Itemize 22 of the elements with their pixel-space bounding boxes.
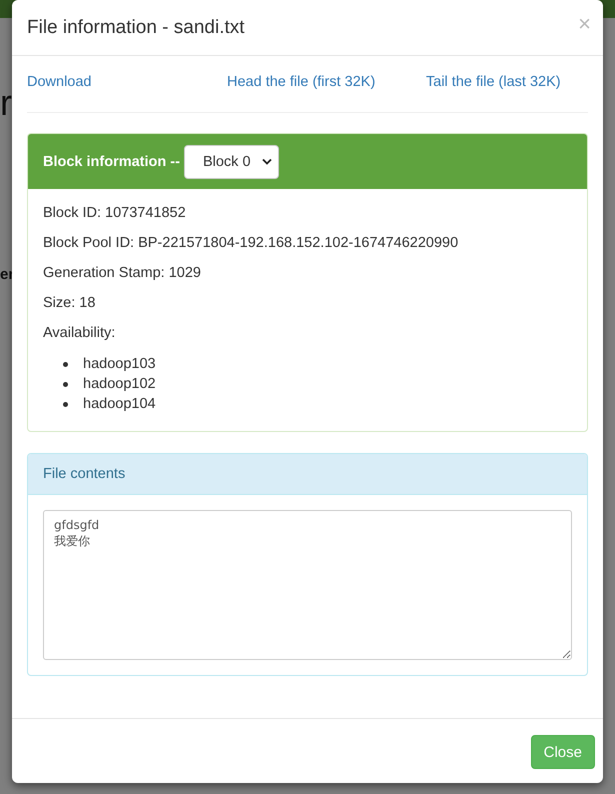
file-link[interactable]: Head the file (first 32K) (227, 74, 426, 90)
info-text: Block ID: 1073741852 (43, 204, 187, 222)
panel-title: File contents (28, 454, 587, 495)
bullet-icon (63, 402, 68, 406)
host-name: hadoop103 (83, 355, 156, 374)
caret-icon (262, 158, 272, 165)
host-name: hadoop102 (83, 375, 156, 394)
bullet-icon (63, 382, 68, 386)
host-name: hadoop104 (83, 395, 156, 414)
panel-title: Block information -- (43, 154, 180, 170)
info-text: Generation Stamp: 1029 (43, 264, 202, 282)
file-link[interactable]: Download (27, 74, 227, 90)
info-text: Block Pool ID: BP-221571804-192.168.152.102-1674746220990 (43, 234, 460, 252)
file-contents-field[interactable]: gfdsgfd 我爱你 (43, 510, 572, 660)
info-text: Availability: (43, 324, 116, 342)
block-select[interactable]: Block 0 (184, 144, 279, 178)
modal-title: File information - sandi.txt (27, 16, 245, 38)
close-button[interactable]: Close (530, 735, 595, 769)
page-heading: r (0, 82, 12, 124)
file-link[interactable]: Tail the file (last 32K) (426, 74, 561, 90)
bullet-icon (63, 362, 68, 366)
info-text: Size: 18 (43, 294, 96, 312)
